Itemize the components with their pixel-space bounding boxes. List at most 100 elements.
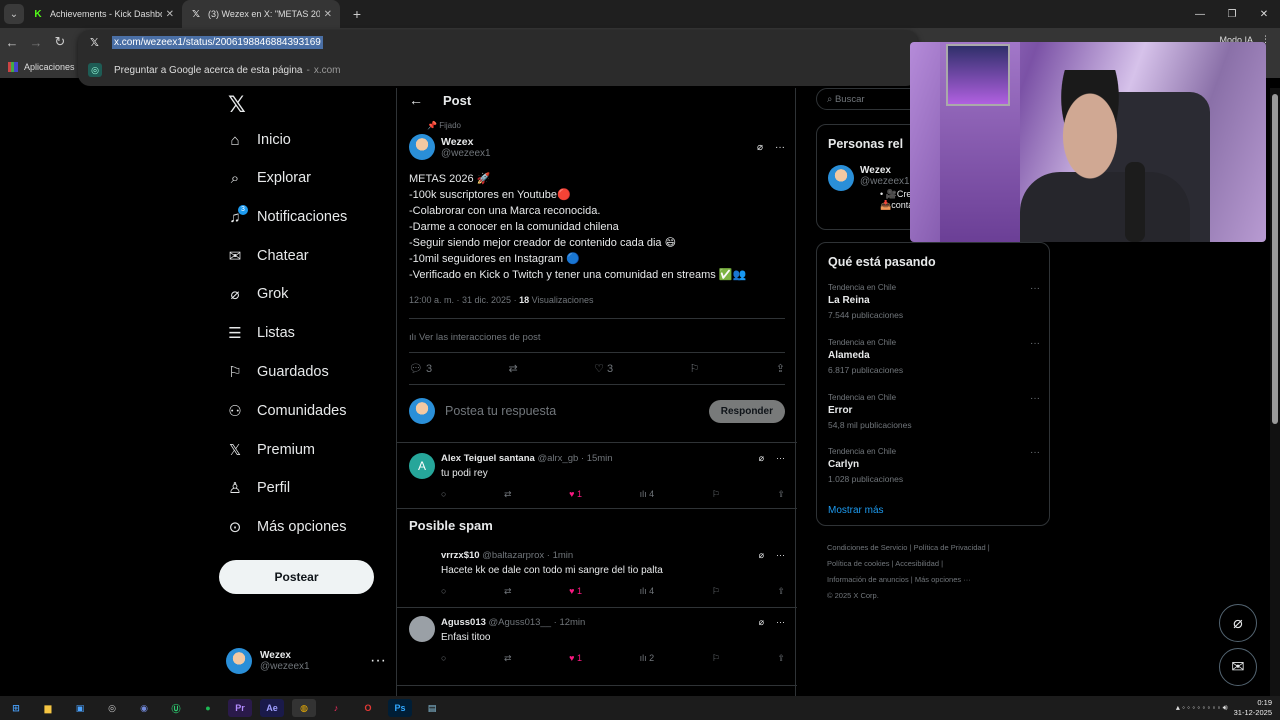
close-icon[interactable]: ✕ [324, 9, 332, 20]
repost-icon[interactable]: ⇄ [504, 489, 512, 500]
share-icon[interactable]: ⇪ [777, 653, 785, 664]
nav-notificaciones[interactable]: ♫ 3 Notificaciones [226, 203, 347, 231]
tray-icons[interactable]: ▴ ◦ ◦ ◦ ◦ ◦ ◦ ◦ ◦ 🔊︎ [1176, 703, 1228, 713]
author-name[interactable]: Wezex [441, 136, 491, 148]
close-window-button[interactable]: ✕ [1248, 0, 1280, 28]
discord-icon[interactable]: ◉ [132, 699, 156, 717]
footer-link[interactable]: Accesibilidad [895, 559, 939, 568]
clock[interactable]: 0:19 31-12-2025 [1234, 698, 1272, 718]
reply-icon[interactable]: ○ [441, 653, 446, 664]
avatar[interactable] [409, 616, 435, 642]
reply-icon[interactable]: ○ [441, 586, 446, 597]
reply-submit-button[interactable]: Responder [708, 399, 785, 423]
post-time[interactable]: 12:00 a. m. · 31 dic. 2025 · [409, 295, 519, 305]
avatar[interactable]: A [409, 453, 435, 479]
x-logo[interactable]: 𝕏 [228, 92, 246, 118]
bookmark-icon[interactable]: ⚐ [712, 586, 720, 597]
reply-input[interactable]: Postea tu respuesta [445, 404, 709, 418]
person-card[interactable]: Wezex @wezeex1 • 🎥Cread 📥contact [828, 165, 921, 211]
like-button[interactable]: ♡ 3 [594, 362, 613, 375]
reply-author[interactable]: vrrzx$10 [441, 550, 480, 561]
footer-link[interactable]: Condiciones de Servicio [827, 543, 907, 552]
nav-chatear[interactable]: ✉ Chatear [226, 242, 309, 270]
close-icon[interactable]: ✕ [166, 9, 174, 20]
views-button[interactable]: ılı 2 [640, 653, 655, 664]
share-icon[interactable]: ⇪ [777, 586, 785, 597]
tiktok-icon[interactable]: ♪ [324, 699, 348, 717]
minimize-button[interactable]: — [1184, 0, 1216, 28]
more-icon[interactable]: ··· [776, 550, 785, 561]
more-icon[interactable]: ··· [776, 453, 785, 464]
chrome-icon[interactable]: ◍ [292, 699, 316, 717]
windows-start-icon[interactable]: ⊞ [4, 699, 28, 717]
view-interactions-link[interactable]: ılı Ver las interacciones de post [409, 332, 541, 343]
grok-icon[interactable]: ⌀ [759, 550, 764, 561]
notepad-icon[interactable]: ▤ [420, 699, 444, 717]
nav-perfil[interactable]: ♙ Perfil [226, 474, 290, 502]
trend-item[interactable]: Tendencia en Chile La Reina 7.544 publicac… [828, 283, 1040, 320]
nav-listas[interactable]: ☰ Listas [226, 319, 295, 347]
repost-icon[interactable]: ⇄ [504, 653, 512, 664]
views-button[interactable]: ılı 4 [640, 489, 655, 500]
share-icon[interactable]: ⇪ [777, 489, 785, 500]
tab-search-button[interactable]: ⌄ [4, 4, 24, 24]
nav-grok[interactable]: ⌀ Grok [226, 280, 288, 308]
reload-button[interactable]: ↻ [48, 34, 72, 50]
grok-icon[interactable]: ⌀ [759, 453, 764, 464]
like-button[interactable]: ♥ 1 [569, 653, 582, 664]
more-icon[interactable]: ··· [1030, 283, 1040, 294]
spotify-icon[interactable]: ● [196, 699, 220, 717]
reply-button[interactable]: 💬︎ 3 [409, 362, 432, 375]
trend-item[interactable]: Tendencia en Chile Carlyn 1.028 publicacio… [828, 447, 1040, 484]
scrollbar[interactable] [1270, 88, 1280, 696]
views-button[interactable]: ılı 4 [640, 586, 655, 597]
account-switcher[interactable]: Wezex @wezeex1 ··· [226, 648, 386, 674]
tab-x-post[interactable]: 𝕏 (3) Wezex en X: "METAS 2026 🚀 ✕ [182, 0, 340, 28]
nav-inicio[interactable]: ⌂ Inicio [226, 126, 290, 154]
after-effects-icon[interactable]: Ae [260, 699, 284, 717]
grok-icon[interactable]: ⌀ [757, 142, 763, 153]
opera-icon[interactable]: O [356, 699, 380, 717]
more-icon[interactable]: ··· [1030, 393, 1040, 404]
back-button[interactable]: ← [0, 35, 24, 50]
steam-icon[interactable]: ◎ [100, 699, 124, 717]
bookmark-apps[interactable]: Aplicaciones [24, 62, 75, 72]
tab-kick-dashboard[interactable]: K Achievements - Kick Dashboard ✕ [24, 0, 182, 28]
trend-item[interactable]: Tendencia en Chile Alameda 6.817 publicaci… [828, 338, 1040, 375]
reply-item[interactable]: Aguss013 @Aguss013__ · 12min ⌀ ··· Enfasi… [397, 607, 797, 673]
reply-item[interactable]: A Alex Teiguel santana @alrx_gb · 15min … [397, 442, 797, 508]
like-button[interactable]: ♥ 1 [569, 489, 582, 500]
reply-author[interactable]: Aguss013 [441, 617, 486, 628]
new-tab-button[interactable]: + [348, 6, 366, 22]
bookmark-icon[interactable]: ⚐ [712, 489, 720, 500]
scrollbar-thumb[interactable] [1272, 94, 1278, 424]
trend-item[interactable]: Tendencia en Chile Error 54,8 mil publicac… [828, 393, 1040, 430]
share-icon[interactable]: ⇪ [776, 362, 785, 375]
more-icon[interactable]: ··· [1030, 447, 1040, 458]
folder-icon[interactable]: ▆ [36, 699, 60, 717]
repost-icon[interactable]: ⇄ [504, 586, 512, 597]
address-bar[interactable]: x.com/wezeex1/status/2006198846884393169 [112, 35, 323, 49]
nav-mas-opciones[interactable]: ⊙ Más opciones [226, 513, 347, 541]
upwork-icon[interactable]: Ⓤ [164, 699, 188, 717]
reply-author[interactable]: Alex Teiguel santana [441, 453, 535, 464]
grok-float-button[interactable]: ⌀ [1219, 604, 1257, 642]
omnibox-suggestion[interactable]: ◎ Preguntar a Google acerca de esta pági… [78, 54, 918, 86]
back-arrow-icon[interactable]: ← [409, 92, 423, 108]
grok-icon[interactable]: ⌀ [759, 617, 764, 628]
more-icon[interactable]: ··· [776, 617, 785, 628]
nav-guardados[interactable]: ⚐ Guardados [226, 358, 328, 386]
footer-link[interactable]: Información de anuncios [827, 575, 909, 584]
avatar[interactable] [409, 134, 435, 160]
more-icon[interactable]: ··· [775, 142, 785, 153]
post-button[interactable]: Postear [219, 560, 374, 594]
bookmark-icon[interactable]: ⚐ [712, 653, 720, 664]
photoshop-icon[interactable]: Ps [388, 699, 412, 717]
like-button[interactable]: ♥ 1 [569, 586, 582, 597]
repost-icon[interactable]: ⇄ [509, 362, 518, 375]
author-handle[interactable]: @wezeex1 [441, 148, 491, 159]
more-icon[interactable]: ··· [1030, 338, 1040, 349]
footer-link[interactable]: Política de cookies [827, 559, 890, 568]
footer-link[interactable]: Más opciones ··· [915, 575, 971, 584]
footer-link[interactable]: Política de Privacidad [914, 543, 986, 552]
